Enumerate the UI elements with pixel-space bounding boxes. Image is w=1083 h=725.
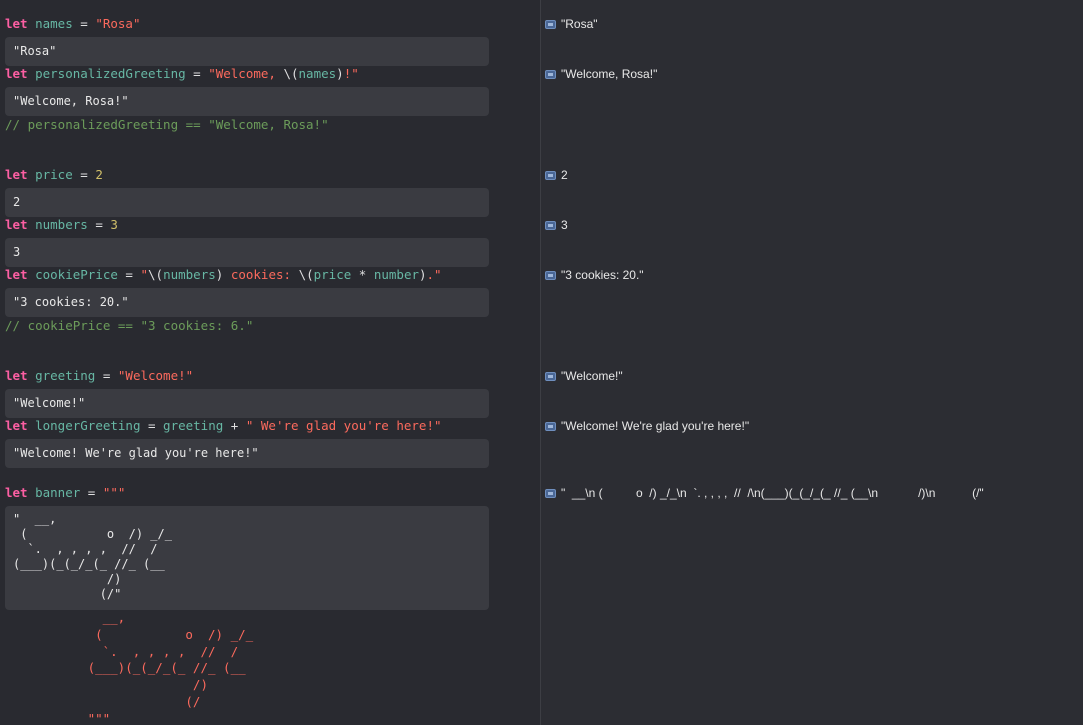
- code-line[interactable]: let price = 2: [5, 167, 103, 183]
- inline-result[interactable]: "Welcome!": [5, 389, 489, 418]
- inline-result[interactable]: 2: [5, 188, 489, 217]
- code-line[interactable]: let numbers = 3: [5, 217, 118, 233]
- quick-look-icon[interactable]: [545, 421, 556, 431]
- result-row[interactable]: "Welcome!": [545, 368, 623, 384]
- inline-result[interactable]: "Welcome, Rosa!": [5, 87, 489, 116]
- result-row[interactable]: " __\n ( o /) _/_\n `. , , , , // /\n(__…: [545, 485, 984, 501]
- inline-result[interactable]: "Welcome! We're glad you're here!": [5, 439, 489, 468]
- quick-look-icon[interactable]: [545, 371, 556, 381]
- quick-look-icon[interactable]: [545, 19, 556, 29]
- code-comment[interactable]: // cookiePrice == "3 cookies: 6.": [5, 318, 253, 334]
- quick-look-icon[interactable]: [545, 488, 556, 498]
- inline-result[interactable]: "Rosa": [5, 37, 489, 66]
- result-row[interactable]: 3: [545, 217, 568, 233]
- quick-look-icon[interactable]: [545, 69, 556, 79]
- code-line[interactable]: let cookiePrice = "\(numbers) cookies: \…: [5, 267, 442, 283]
- inline-result[interactable]: "3 cookies: 20.": [5, 288, 489, 317]
- code-line[interactable]: let personalizedGreeting = "Welcome, \(n…: [5, 66, 359, 82]
- code-line[interactable]: let names = "Rosa": [5, 16, 140, 32]
- code-line[interactable]: let greeting = "Welcome!": [5, 368, 193, 384]
- result-row[interactable]: "Welcome, Rosa!": [545, 66, 657, 82]
- result-row[interactable]: "3 cookies: 20.": [545, 267, 644, 283]
- result-row[interactable]: "Rosa": [545, 16, 598, 32]
- quick-look-icon[interactable]: [545, 220, 556, 230]
- results-sidebar: "Rosa" "Welcome, Rosa!" 2 3 "3 cookies: …: [541, 0, 1083, 725]
- ascii-art-string[interactable]: __, ( o /) _/_ `. , , , , // / (___)(_(_…: [65, 610, 254, 725]
- quick-look-icon[interactable]: [545, 270, 556, 280]
- inline-result-banner[interactable]: " __, ( o /) _/_ `. , , , , // / (___)(_…: [5, 506, 489, 610]
- code-comment[interactable]: // personalizedGreeting == "Welcome, Ros…: [5, 117, 329, 133]
- quick-look-icon[interactable]: [545, 170, 556, 180]
- result-row[interactable]: "Welcome! We're glad you're here!": [545, 418, 749, 434]
- code-line[interactable]: let longerGreeting = greeting + " We're …: [5, 418, 442, 434]
- inline-result[interactable]: 3: [5, 238, 489, 267]
- code-line[interactable]: let banner = """: [5, 485, 125, 501]
- code-editor[interactable]: let names = "Rosa" "Rosa" let personaliz…: [0, 0, 540, 725]
- result-row[interactable]: 2: [545, 167, 568, 183]
